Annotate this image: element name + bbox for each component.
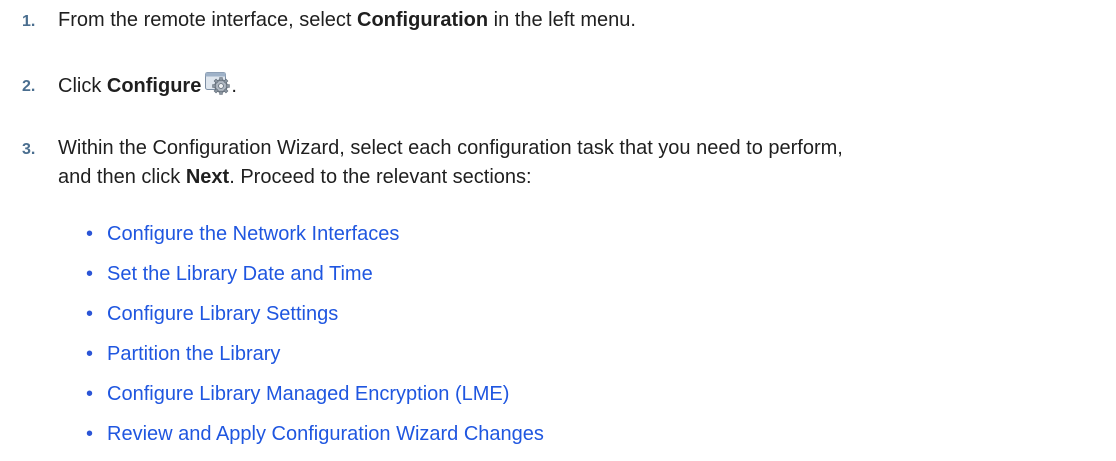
bullet-icon: • — [86, 223, 94, 245]
bullet-icon: • — [86, 263, 94, 285]
link-review-apply-changes[interactable]: Review and Apply Configuration Wizard Ch… — [107, 419, 544, 449]
bullet-icon: • — [86, 303, 94, 325]
bullet-icon: • — [86, 423, 94, 445]
step-number: 1. — [22, 13, 36, 30]
step-text: From the remote interface, select Config… — [58, 9, 636, 31]
list-item: • Review and Apply Configuration Wizard … — [0, 419, 1116, 449]
menu-item-reference: Configuration — [357, 9, 489, 31]
list-item: • Partition the Library — [0, 339, 1116, 369]
list-item: • Configure the Network Interfaces — [0, 219, 1116, 249]
link-configure-network-interfaces[interactable]: Configure the Network Interfaces — [107, 219, 399, 249]
list-item: • Configure Library Managed Encryption (… — [0, 379, 1116, 409]
configure-gear-icon — [204, 71, 231, 95]
link-configure-library-settings[interactable]: Configure Library Settings — [107, 299, 338, 329]
bullet-icon: • — [86, 383, 94, 405]
step-text: Click Configure . — [58, 71, 1116, 101]
list-item: • Set the Library Date and Time — [0, 259, 1116, 289]
bullet-icon: • — [86, 343, 94, 365]
list-item: • Configure Library Settings — [0, 299, 1116, 329]
step-number: 2. — [22, 78, 36, 95]
step-text-line-2: and then click Next. Proceed to the rele… — [58, 166, 532, 188]
link-set-library-date-time[interactable]: Set the Library Date and Time — [107, 259, 373, 289]
link-configure-lme[interactable]: Configure Library Managed Encryption (LM… — [107, 379, 509, 409]
link-partition-library[interactable]: Partition the Library — [107, 339, 280, 369]
button-reference: Configure — [106, 75, 202, 97]
step-number: 3. — [22, 141, 36, 158]
button-reference: Next — [185, 166, 230, 188]
step-text-line-1: Within the Configuration Wizard, select … — [58, 137, 843, 159]
